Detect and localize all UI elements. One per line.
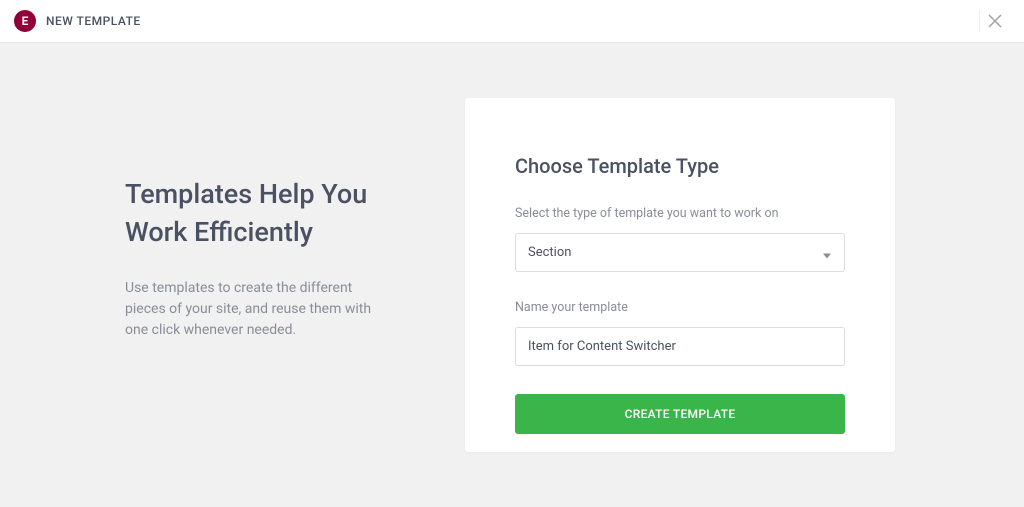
template-name-label: Name your template	[515, 300, 845, 315]
template-type-select-wrapper: Section	[515, 233, 845, 272]
form-card: Choose Template Type Select the type of …	[465, 98, 895, 452]
modal-content: Templates Help You Work Efficiently Use …	[0, 43, 1024, 507]
form-heading: Choose Template Type	[515, 154, 845, 178]
info-heading: Templates Help You Work Efficiently	[125, 176, 465, 252]
template-type-select[interactable]: Section	[515, 233, 845, 272]
header-left: E NEW TEMPLATE	[14, 10, 141, 32]
template-type-label: Select the type of template you want to …	[515, 206, 845, 221]
modal-title: NEW TEMPLATE	[46, 14, 141, 28]
info-description: Use templates to create the different pi…	[125, 278, 385, 341]
close-icon	[988, 14, 1002, 28]
info-panel: Templates Help You Work Efficiently Use …	[0, 98, 465, 452]
modal-header: E NEW TEMPLATE	[0, 0, 1024, 43]
template-name-input[interactable]	[515, 327, 845, 366]
close-button[interactable]	[979, 10, 1010, 32]
elementor-logo-icon: E	[14, 10, 36, 32]
create-template-button[interactable]: CREATE TEMPLATE	[515, 394, 845, 434]
template-name-wrapper	[515, 327, 845, 366]
